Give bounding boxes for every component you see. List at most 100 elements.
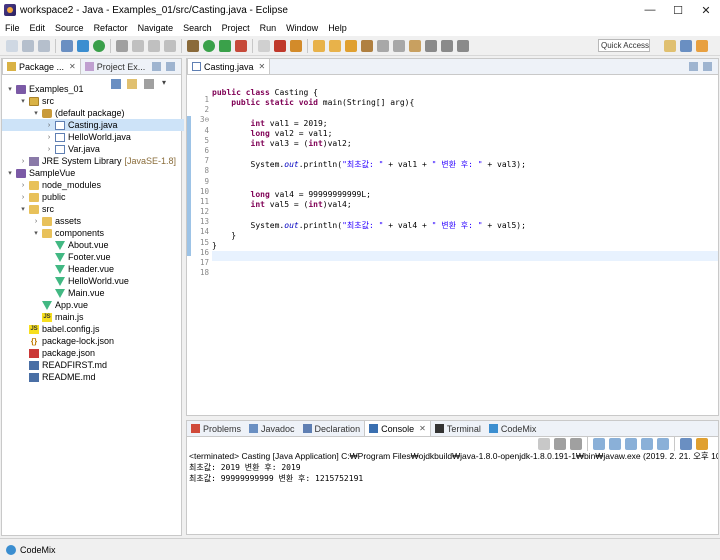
code-line[interactable]: long val2 = val1; — [212, 129, 718, 139]
code-line[interactable]: System.out.println("최초값: " + val1 + " 변환… — [212, 160, 718, 170]
code-line[interactable]: long val4 = 99999999999L; — [212, 190, 718, 200]
tree-item[interactable]: › Var.java — [2, 143, 184, 155]
tree-item[interactable]: › JRE System Library [JavaSE-1.8] — [2, 155, 184, 167]
tree-item[interactable]: ▾ src — [2, 203, 184, 215]
menu-help[interactable]: Help — [323, 23, 352, 33]
refresh-icon[interactable] — [93, 39, 105, 52]
collapse-toggle-icon[interactable]: ▾ — [6, 85, 14, 93]
menu-run[interactable]: Run — [255, 23, 282, 33]
new-icon[interactable] — [6, 39, 18, 52]
tree-item[interactable]: READFIRST.md — [2, 359, 184, 371]
display-console-icon[interactable] — [680, 438, 692, 450]
codemix-icon[interactable] — [6, 544, 16, 555]
expand-toggle-icon[interactable]: › — [19, 194, 27, 201]
run-icon[interactable] — [203, 39, 215, 52]
code-line[interactable] — [212, 180, 718, 190]
status-label[interactable]: CodeMix — [20, 545, 56, 555]
collapse-toggle-icon[interactable]: ▾ — [19, 97, 27, 105]
tree-item[interactable]: Main.vue — [2, 287, 184, 299]
tree-item[interactable]: › HelloWorld.java — [2, 131, 184, 143]
forward-icon[interactable] — [441, 39, 453, 52]
open-type-icon[interactable] — [329, 39, 341, 52]
java-perspective-icon[interactable] — [696, 40, 708, 52]
tab-casting-java[interactable]: Casting.java ✕ — [187, 58, 271, 74]
code-line[interactable]: int val5 = (int)val4; — [212, 200, 718, 210]
stop-icon[interactable] — [258, 39, 270, 52]
tab-project-explorer[interactable]: Project Ex... — [81, 59, 150, 74]
show-on-error-icon[interactable] — [657, 438, 669, 450]
menu-refactor[interactable]: Refactor — [89, 23, 133, 33]
tree-item[interactable]: README.md — [2, 371, 184, 383]
close-icon[interactable]: ✕ — [419, 424, 426, 433]
open-console-icon[interactable] — [696, 438, 708, 450]
remove-launch-icon[interactable] — [554, 438, 566, 450]
previous-annotation-icon[interactable] — [393, 39, 405, 52]
collapse-toggle-icon[interactable]: ▾ — [6, 169, 14, 177]
tree-item[interactable]: › public — [2, 191, 184, 203]
tree-item[interactable]: {} package-lock.json — [2, 335, 184, 347]
menu-project[interactable]: Project — [217, 23, 255, 33]
expand-toggle-icon[interactable]: › — [45, 146, 53, 153]
tree-item[interactable]: ▾ components — [2, 227, 184, 239]
close-icon[interactable]: ✕ — [69, 62, 76, 71]
terminal-icon[interactable] — [61, 39, 73, 52]
save-all-icon[interactable] — [38, 39, 50, 52]
maximize-button[interactable]: ☐ — [664, 0, 692, 20]
next-annotation-icon[interactable] — [377, 39, 389, 52]
tab-problems[interactable]: Problems — [187, 421, 245, 436]
annotation-icon[interactable] — [361, 39, 373, 52]
code-line[interactable] — [212, 109, 718, 119]
code-line[interactable]: } — [212, 241, 718, 251]
tree-item[interactable]: package.json — [2, 347, 184, 359]
stop-server-icon[interactable] — [274, 39, 286, 52]
tree-item[interactable]: ▾ SampleVue — [2, 167, 184, 179]
tree-item[interactable]: App.vue — [2, 299, 184, 311]
maximize-view-icon[interactable] — [166, 62, 175, 71]
tab-declaration[interactable]: Declaration — [299, 421, 365, 436]
show-on-output-icon[interactable] — [641, 438, 653, 450]
run-last-icon[interactable] — [219, 39, 231, 52]
tree-item[interactable]: ▾ src — [2, 95, 184, 107]
tree-item[interactable]: › assets — [2, 215, 184, 227]
word-wrap-icon[interactable] — [625, 438, 637, 450]
menu-window[interactable]: Window — [281, 23, 323, 33]
code-line[interactable] — [212, 78, 718, 88]
code-line[interactable]: public static void main(String[] arg){ — [212, 98, 718, 108]
menu-navigate[interactable]: Navigate — [133, 23, 179, 33]
properties-icon[interactable] — [116, 39, 128, 52]
java-ee-perspective-icon[interactable] — [680, 40, 692, 52]
tab-terminal[interactable]: Terminal — [431, 421, 485, 436]
tree-item[interactable]: HelloWorld.vue — [2, 275, 184, 287]
quick-access-input[interactable]: Quick Access — [598, 39, 650, 52]
tab-codemix[interactable]: CodeMix — [485, 421, 541, 436]
save-icon[interactable] — [22, 39, 34, 52]
tab-package-explorer[interactable]: Package ... ✕ — [2, 58, 81, 74]
tree-item[interactable]: Footer.vue — [2, 251, 184, 263]
minimize-view-icon[interactable] — [152, 62, 161, 71]
minimize-button[interactable]: — — [636, 0, 664, 20]
code-line[interactable]: int val3 = (int)val2; — [212, 139, 718, 149]
deploy-icon[interactable] — [290, 39, 302, 52]
toggle-mark-icon[interactable] — [132, 39, 144, 52]
last-edit-icon[interactable] — [409, 39, 421, 52]
code-line[interactable]: } — [212, 231, 718, 241]
menu-search[interactable]: Search — [178, 23, 217, 33]
tree-item[interactable]: About.vue — [2, 239, 184, 251]
menu-source[interactable]: Source — [50, 23, 89, 33]
scroll-lock-icon[interactable] — [609, 438, 621, 450]
tree-item[interactable]: Header.vue — [2, 263, 184, 275]
close-icon[interactable]: ✕ — [259, 62, 266, 71]
maximize-editor-icon[interactable] — [703, 62, 712, 71]
tab-javadoc[interactable]: Javadoc — [245, 421, 299, 436]
expand-toggle-icon[interactable]: › — [45, 134, 53, 141]
menu-edit[interactable]: Edit — [25, 23, 51, 33]
show-whitespace-icon[interactable] — [148, 39, 160, 52]
pin-editor-icon[interactable] — [457, 39, 469, 52]
tab-console[interactable]: Console ✕ — [364, 420, 431, 436]
close-button[interactable]: ✕ — [692, 0, 720, 20]
debug-icon[interactable] — [187, 39, 199, 52]
codemix-icon[interactable] — [77, 39, 89, 52]
tree-item[interactable]: ▾ (default package) — [2, 107, 184, 119]
code-line[interactable]: int val1 = 2019; — [212, 119, 718, 129]
terminate-icon[interactable] — [538, 438, 550, 450]
